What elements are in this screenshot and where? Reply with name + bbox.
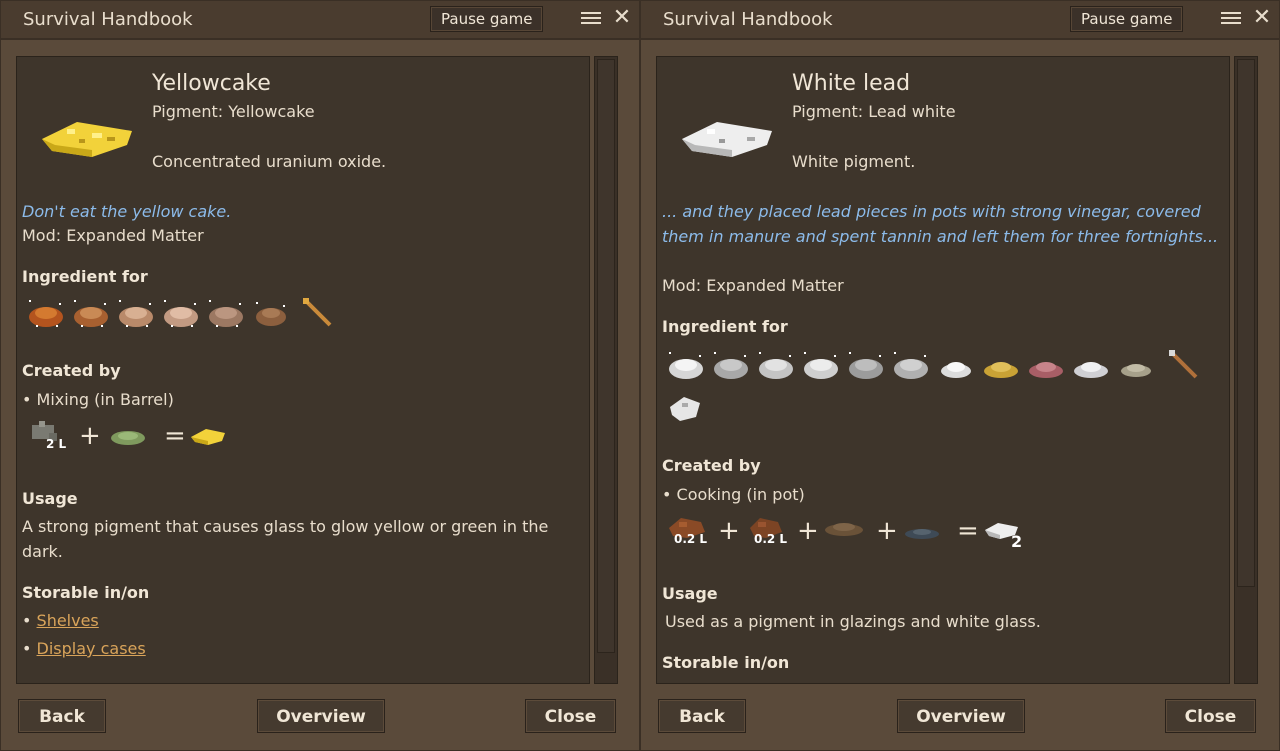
lore-text: ... and they placed lead pieces in pots … — [662, 202, 1219, 246]
pause-game-button[interactable]: Pause game — [1070, 6, 1184, 32]
paint-icon[interactable] — [251, 295, 291, 331]
paint-icon[interactable] — [26, 295, 66, 331]
recipe-quantity: 2 L — [46, 437, 67, 451]
usage-text: A strong pigment that causes glass to gl… — [22, 517, 549, 561]
storable-heading: Storable in/on — [662, 653, 790, 672]
item-pigment: Pigment: Lead white — [792, 102, 956, 121]
powder-icon[interactable] — [981, 347, 1021, 383]
overview-button[interactable]: Overview — [897, 699, 1025, 733]
paint-icon[interactable] — [71, 295, 111, 331]
mod-label: Mod: Expanded Matter — [662, 276, 844, 295]
item-description: White pigment. — [792, 152, 916, 171]
powder-icon[interactable] — [1026, 347, 1066, 383]
back-button[interactable]: Back — [18, 699, 106, 733]
plus-sign: + — [79, 421, 101, 451]
paint-icon[interactable] — [206, 295, 246, 331]
created-method: • Mixing (in Barrel) — [22, 390, 174, 409]
paintbrush-icon[interactable] — [1164, 347, 1204, 383]
recipe: 0.2 L + 0.2 L + + = 2 — [662, 514, 1222, 554]
plus-sign: + — [876, 516, 898, 546]
close-icon[interactable]: ✕ — [610, 6, 634, 30]
back-button[interactable]: Back — [658, 699, 746, 733]
created-by-heading: Created by — [22, 361, 121, 380]
paint-icon[interactable] — [711, 347, 751, 383]
paint-icon[interactable] — [116, 295, 156, 331]
powder-icon[interactable] — [822, 516, 866, 540]
window-title: Survival Handbook — [23, 9, 193, 30]
recipe-quantity: 0.2 L — [674, 532, 708, 546]
mod-label: Mod: Expanded Matter — [22, 226, 204, 245]
scrollbar[interactable] — [1234, 56, 1258, 684]
ingredient-list — [662, 347, 1222, 427]
paint-icon[interactable] — [891, 347, 931, 383]
paint-icon[interactable] — [801, 347, 841, 383]
title-bar: Survival Handbook Pause game ✕ — [641, 1, 1279, 40]
created-method: • Cooking (in pot) — [662, 485, 805, 504]
storable-item: • Display cases — [22, 639, 146, 658]
window-title: Survival Handbook — [663, 9, 833, 30]
item-description: Concentrated uranium oxide. — [152, 152, 387, 171]
paint-icon[interactable] — [756, 347, 796, 383]
item-title: Yellowcake — [152, 71, 271, 96]
recipe-output-count: 2 — [1011, 532, 1023, 551]
ingredient-heading: Ingredient for — [662, 317, 788, 336]
powder-icon[interactable] — [108, 425, 148, 449]
lore-text: Don't eat the yellow cake. — [22, 202, 232, 221]
pause-game-button[interactable]: Pause game — [430, 6, 544, 32]
equals-sign: = — [957, 516, 979, 546]
paint-icon[interactable] — [846, 347, 886, 383]
item-pigment: Pigment: Yellowcake — [152, 102, 315, 121]
scrollbar-thumb[interactable] — [597, 59, 615, 653]
handbook-page: White lead Pigment: Lead white White pig… — [656, 56, 1230, 684]
plus-sign: + — [797, 516, 819, 546]
close-button[interactable]: Close — [525, 699, 616, 733]
powder-icon[interactable] — [1116, 347, 1156, 383]
recipe: 2 L + = — [22, 419, 582, 459]
overview-button[interactable]: Overview — [257, 699, 385, 733]
menu-icon[interactable] — [1221, 9, 1241, 27]
white-lead-chunk-icon[interactable] — [666, 391, 706, 427]
handbook-page: Yellowcake Pigment: Yellowcake Concentra… — [16, 56, 590, 684]
close-icon[interactable]: ✕ — [1250, 6, 1274, 30]
yellowcake-icon[interactable] — [188, 425, 228, 449]
close-button[interactable]: Close — [1165, 699, 1256, 733]
shelves-link[interactable]: Shelves — [37, 611, 99, 630]
equals-sign: = — [164, 421, 186, 451]
recipe-quantity: 0.2 L — [754, 532, 788, 546]
usage-heading: Usage — [662, 584, 718, 603]
powder-icon[interactable] — [1071, 347, 1111, 383]
powder-icon[interactable] — [902, 522, 942, 542]
item-title: White lead — [792, 71, 911, 96]
handbook-window-right: Survival Handbook Pause game ✕ White lea… — [640, 0, 1280, 751]
scrollbar-thumb[interactable] — [1237, 59, 1255, 587]
usage-text: Used as a pigment in glazings and white … — [665, 612, 1041, 631]
white-lead-icon — [682, 122, 772, 157]
menu-icon[interactable] — [581, 9, 601, 27]
paint-icon[interactable] — [161, 295, 201, 331]
paintbrush-icon[interactable] — [298, 295, 338, 331]
title-bar: Survival Handbook Pause game ✕ — [1, 1, 639, 40]
display-cases-link[interactable]: Display cases — [37, 639, 146, 658]
powder-icon[interactable] — [936, 347, 976, 383]
storable-item: • Shelves — [22, 611, 99, 630]
created-by-heading: Created by — [662, 456, 761, 475]
paint-icon[interactable] — [666, 347, 706, 383]
usage-heading: Usage — [22, 489, 78, 508]
ingredient-heading: Ingredient for — [22, 267, 148, 286]
storable-heading: Storable in/on — [22, 583, 150, 602]
ingredient-list — [22, 295, 352, 335]
handbook-window-left: Survival Handbook Pause game ✕ Yellowcak… — [0, 0, 640, 751]
scrollbar[interactable] — [594, 56, 618, 684]
yellowcake-icon — [42, 122, 132, 157]
plus-sign: + — [718, 516, 740, 546]
